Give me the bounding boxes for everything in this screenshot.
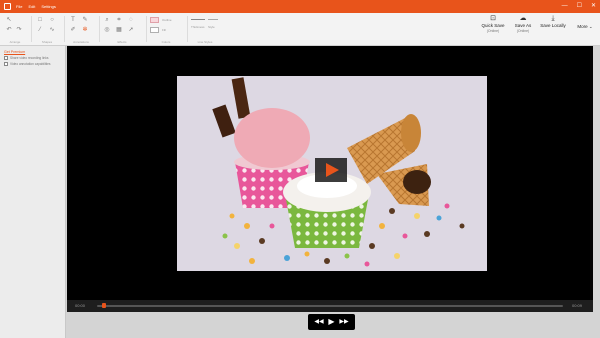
save-as-button[interactable]: ☁ Save As (Online) [511,15,535,34]
close-button[interactable]: ✕ [591,0,596,13]
sidebar: Get Premium Share video recording links … [0,46,66,338]
ribbon-group-effects: ⌕ ⌗ ◌ ◎ ▦ ➚ Effects [101,15,143,44]
play-icon[interactable]: ▶ [328,314,334,330]
pencil-icon[interactable]: ✎ [81,16,89,24]
highlight-icon[interactable]: ✐ [69,26,77,34]
pixelate-icon[interactable]: ▦ [115,26,123,34]
crop-icon[interactable]: ⌗ [115,16,123,24]
group-separator [187,16,188,42]
ellipse-icon[interactable]: ○ [48,16,56,24]
outline-label: Outline [162,18,172,22]
ribbon-group-annotations: T ✎ ✐ ✲ Annotations [66,15,96,44]
outline-color-swatch[interactable] [150,17,159,23]
blur-icon[interactable]: ◌ [127,16,135,24]
title-bar: File Edit Settings — ☐ ✕ [0,0,600,13]
ribbon-group-shapes: □ ○ ⁄ ∿ Shapes [33,15,61,44]
group-label-colors: Colors [161,40,171,44]
fast-forward-icon[interactable]: ▶▶ [339,314,348,330]
ribbon-group-colors: Outline Fill Colors [148,15,184,44]
chevron-down-icon: ⌄ [588,24,593,29]
quick-save-icon: ⊡ [490,15,496,22]
cloud-save-icon: ☁ [519,15,527,22]
quick-save-button[interactable]: ⊡ Quick Save (Online) [480,15,506,34]
timeline-track[interactable] [97,305,563,307]
group-label-arrange: Arrange [9,40,21,44]
fill-color-swatch[interactable] [150,27,159,33]
ice-cream-image [177,76,487,271]
maximize-button[interactable]: ☐ [577,0,582,13]
style-sample[interactable] [208,19,218,20]
playback-controls: ◀◀ ▶ ▶▶ [308,314,355,330]
magnify-icon[interactable]: ⌕ [103,16,111,24]
timeline-thumb[interactable] [101,303,106,308]
group-label-shapes: Shapes [41,40,53,44]
download-icon: ⤓ [551,15,555,22]
stamp-icon[interactable]: ✲ [81,26,89,34]
premium-option-share-links[interactable]: Share video recording links [4,56,48,60]
thickness-sample[interactable] [191,19,205,20]
group-separator [64,16,65,42]
get-premium-link[interactable]: Get Premium [4,50,25,54]
freehand-icon[interactable]: ∿ [48,26,56,34]
arrow-icon[interactable]: ➚ [127,26,135,34]
undo-icon[interactable]: ↶ [5,26,13,34]
ribbon-toolbar: ↖ ↶ ↷ Arrange □ ○ ⁄ ∿ Shapes T ✎ ✐ ✲ Ann… [0,13,600,46]
group-label-line-styles: Line Styles [197,40,213,44]
spotlight-icon[interactable]: ◎ [103,26,111,34]
timeline-bar: 00:00 00:09 [67,300,593,312]
menu-file[interactable]: File [16,4,22,9]
ribbon-group-line-styles: Thickness Style Line Styles [189,15,221,44]
save-locally-button[interactable]: ⤓ Save Locally [538,15,568,29]
group-separator [146,16,147,42]
group-label-effects: Effects [117,40,127,44]
checkbox[interactable] [4,62,8,66]
redo-icon[interactable]: ↷ [15,26,23,34]
more-button[interactable]: More ⌄ [574,24,596,30]
minimize-button[interactable]: — [562,0,568,13]
time-total: 00:09 [572,303,583,308]
fill-label: Fill [162,28,166,32]
menu-edit[interactable]: Edit [28,4,35,9]
select-pointer-icon[interactable]: ↖ [5,16,13,24]
app-logo-icon [4,3,11,10]
ribbon-group-arrange: ↖ ↶ ↷ Arrange [2,15,28,44]
video-frame[interactable] [177,76,487,271]
text-icon[interactable]: T [69,16,77,24]
rectangle-icon[interactable]: □ [36,16,44,24]
checkbox[interactable] [4,56,8,60]
menu-settings[interactable]: Settings [41,4,55,9]
line-icon[interactable]: ⁄ [36,26,44,34]
group-separator [99,16,100,42]
rewind-icon[interactable]: ◀◀ [314,314,323,330]
style-label[interactable]: Style [208,25,215,29]
group-separator [31,16,32,42]
time-elapsed: 00:00 [75,303,86,308]
thickness-label[interactable]: Thickness [191,25,205,29]
group-label-annotations: Annotations [73,40,89,44]
premium-option-annotation[interactable]: Video annotation capabilities [4,62,51,66]
video-canvas[interactable] [67,46,593,312]
